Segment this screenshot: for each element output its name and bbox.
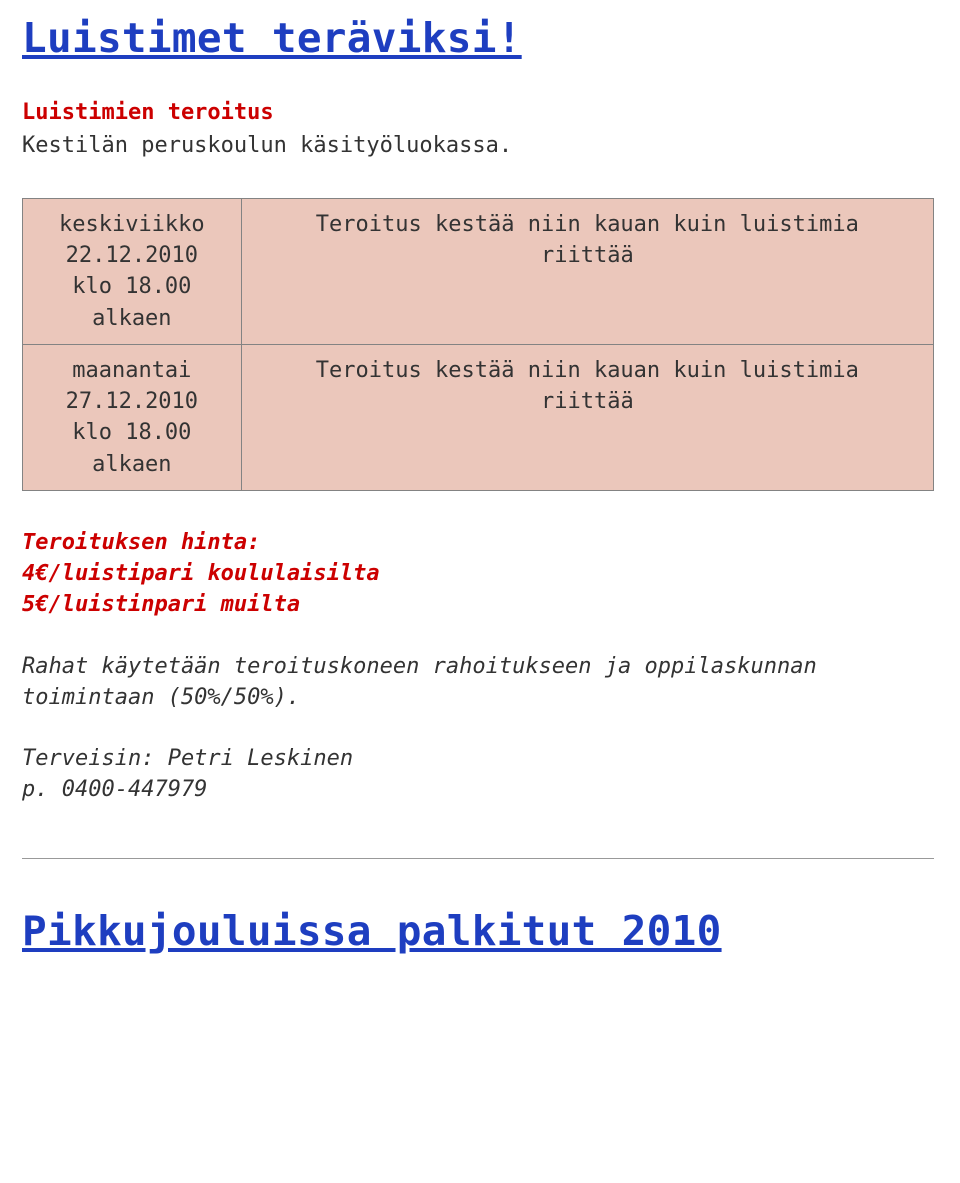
- schedule-note-line: Teroitus kestää niin kauan kuin luistimi…: [316, 358, 859, 383]
- price-block: Teroituksen hinta: 4€/luistipari koulula…: [22, 527, 938, 621]
- table-row: maanantai 27.12.2010 klo 18.00 alkaen Te…: [23, 344, 934, 490]
- schedule-datetime-cell: keskiviikko 22.12.2010 klo 18.00 alkaen: [23, 199, 242, 345]
- schedule-date: 22.12.2010: [23, 240, 241, 271]
- schedule-day: maanantai: [23, 355, 241, 386]
- page-title: Luistimet teräviksi!: [22, 14, 938, 62]
- signature-block: Terveisin: Petri Leskinen p. 0400-447979: [22, 743, 938, 805]
- schedule-day: keskiviikko: [23, 209, 241, 240]
- schedule-note-line: riittää: [541, 389, 634, 414]
- section-divider: [22, 858, 934, 859]
- schedule-date: 27.12.2010: [23, 386, 241, 417]
- schedule-note-cell: Teroitus kestää niin kauan kuin luistimi…: [241, 199, 933, 345]
- schedule-state: alkaen: [23, 303, 241, 334]
- schedule-datetime-cell: maanantai 27.12.2010 klo 18.00 alkaen: [23, 344, 242, 490]
- footer-title: Pikkujouluissa palkitut 2010: [22, 907, 938, 955]
- schedule-note-line: Teroitus kestää niin kauan kuin luistimi…: [316, 212, 859, 237]
- table-row: keskiviikko 22.12.2010 klo 18.00 alkaen …: [23, 199, 934, 345]
- schedule-time: klo 18.00: [23, 417, 241, 448]
- signature-greeting: Terveisin: Petri Leskinen: [22, 743, 938, 774]
- schedule-table: keskiviikko 22.12.2010 klo 18.00 alkaen …: [22, 198, 934, 491]
- section-description: Kestilän peruskoulun käsityöluokassa.: [22, 133, 938, 158]
- schedule-time: klo 18.00: [23, 271, 241, 302]
- schedule-state: alkaen: [23, 449, 241, 480]
- schedule-note-line: riittää: [541, 243, 634, 268]
- price-line: 5€/luistinpari muilta: [22, 589, 938, 620]
- section-subtitle: Luistimien teroitus: [22, 100, 938, 125]
- price-title: Teroituksen hinta:: [22, 527, 938, 558]
- schedule-note-cell: Teroitus kestää niin kauan kuin luistimi…: [241, 344, 933, 490]
- price-line: 4€/luistipari koululaisilta: [22, 558, 938, 589]
- usage-text: Rahat käytetään teroituskoneen rahoituks…: [22, 651, 938, 713]
- signature-phone: p. 0400-447979: [22, 774, 938, 805]
- page: Luistimet teräviksi! Luistimien teroitus…: [0, 0, 960, 985]
